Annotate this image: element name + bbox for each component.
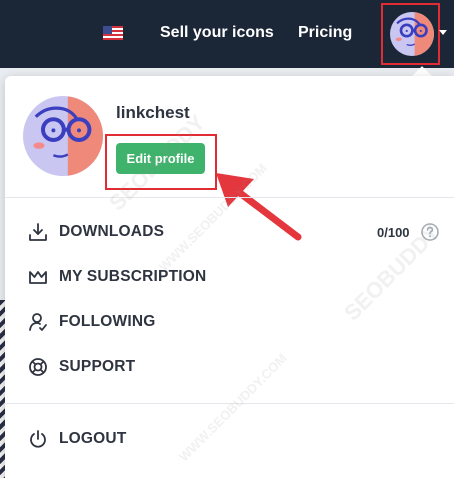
crown-icon: [29, 271, 47, 284]
us-flag-icon[interactable]: [103, 26, 123, 40]
power-icon: [30, 430, 46, 448]
menu-label: SUPPORT: [59, 358, 136, 375]
user-follow-icon: [29, 313, 47, 331]
lifebuoy-icon: [29, 358, 47, 376]
menu-item-logout[interactable]: LOGOUT: [28, 426, 448, 452]
profile-username: linkchest: [116, 103, 190, 122]
user-avatar-icon: [390, 12, 434, 56]
profile-avatar: [23, 96, 103, 176]
chevron-down-icon[interactable]: [439, 30, 447, 35]
menu-item-following[interactable]: FOLLOWING: [28, 309, 448, 335]
download-counter: 0/100: [377, 225, 410, 240]
sell-your-icons-link[interactable]: Sell your icons: [160, 24, 274, 42]
menu-label: MY SUBSCRIPTION: [59, 268, 207, 285]
pricing-link[interactable]: Pricing: [298, 24, 352, 42]
account-menu-button[interactable]: [381, 3, 440, 65]
download-icon: [29, 223, 47, 241]
menu-label: DOWNLOADS: [59, 223, 165, 240]
menu-item-support[interactable]: SUPPORT: [28, 354, 448, 380]
menu-label: FOLLOWING: [59, 313, 156, 330]
menu-label: LOGOUT: [59, 430, 127, 447]
top-navigation-bar: Sell your icons Pricing: [0, 0, 454, 68]
